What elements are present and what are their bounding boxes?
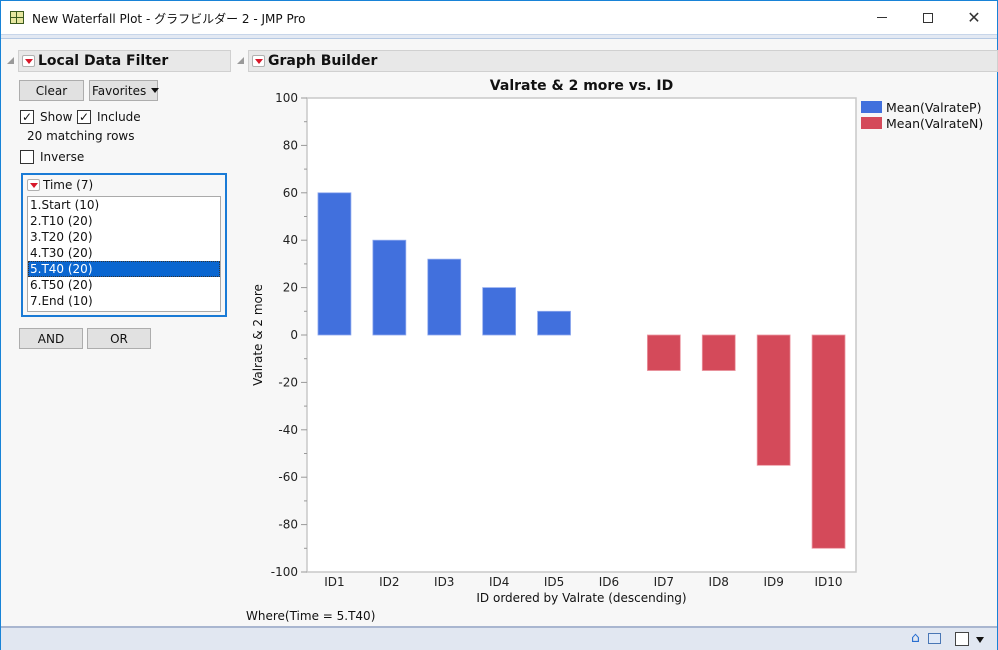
time-filter-header: Time (7) — [27, 178, 93, 192]
jmp-app-icon — [10, 11, 24, 24]
time-red-triangle-menu-icon[interactable] — [27, 179, 40, 191]
x-tick-label: ID1 — [324, 575, 344, 589]
legend-label: Mean(ValrateP) — [886, 99, 982, 115]
x-tick-label: ID10 — [815, 575, 843, 589]
y-tick-label: 0 — [290, 328, 298, 342]
minimize-icon — [877, 17, 887, 18]
local-data-filter-header: Local Data Filter — [18, 50, 231, 72]
x-tick-label: ID3 — [434, 575, 454, 589]
y-tick-label: -60 — [278, 470, 298, 484]
x-tick-label: ID4 — [489, 575, 509, 589]
where-clause: Where(Time = 5.T40) — [246, 609, 376, 623]
favorites-dropdown[interactable]: Favorites — [89, 80, 160, 101]
y-tick-label: -40 — [278, 423, 298, 437]
legend-item[interactable]: Mean(ValrateP) — [861, 99, 983, 115]
or-button[interactable]: OR — [87, 328, 151, 349]
and-button[interactable]: AND — [19, 328, 83, 349]
legend-item[interactable]: Mean(ValrateN) — [861, 115, 983, 131]
y-tick-label: 60 — [283, 186, 298, 200]
x-tick-label: ID8 — [709, 575, 729, 589]
checkbox-icon[interactable] — [955, 632, 969, 646]
x-tick-label: ID7 — [654, 575, 674, 589]
legend-swatch-negative — [861, 117, 882, 129]
filter-panel-title: Local Data Filter — [38, 53, 169, 69]
inverse-label: Inverse — [40, 150, 85, 164]
dropdown-arrow-icon — [151, 88, 160, 93]
graph-builder-title: Graph Builder — [268, 53, 378, 69]
window-title: New Waterfall Plot - グラフビルダー 2 - JMP Pro — [32, 12, 306, 26]
y-tick-label: 40 — [283, 233, 298, 247]
x-tick-label: ID2 — [379, 575, 399, 589]
y-tick-label: -100 — [271, 565, 298, 579]
maximize-icon — [923, 12, 933, 23]
y-tick-label: 100 — [275, 91, 298, 105]
dropdown-arrow-icon[interactable] — [976, 637, 984, 643]
bar-id3[interactable] — [427, 258, 462, 336]
x-tick-label: ID9 — [763, 575, 783, 589]
y-tick-label: -20 — [278, 375, 298, 389]
filter-disclosure-icon[interactable] — [7, 57, 14, 64]
bar-id9[interactable] — [756, 334, 791, 466]
x-axis: ID1 ID2 ID3 ID4 ID5 ID6 ID7 ID8 ID9 ID10 — [324, 575, 842, 589]
x-axis-label: ID ordered by Valrate (descending) — [476, 591, 686, 605]
legend-label: Mean(ValrateN) — [886, 115, 984, 131]
y-axis: 100 80 60 40 20 0 -20 -40 -60 -80 -100 — [271, 91, 307, 579]
list-item-selected[interactable]: 5.T40 (20) — [28, 261, 220, 277]
list-item[interactable]: 7.End (10) — [28, 293, 220, 309]
time-filter-group: Time (7) 1.Start (10) 2.T10 (20) 3.T20 (… — [21, 173, 227, 317]
minimize-button[interactable] — [859, 1, 905, 34]
status-bar: ⌂ — [1, 626, 997, 650]
chart-title: Valrate & 2 more vs. ID — [489, 78, 674, 94]
checkmark-icon: ✓ — [21, 110, 33, 124]
y-axis-label: Valrate & 2 more — [251, 284, 265, 386]
bar-id1[interactable] — [317, 192, 352, 336]
bars — [317, 192, 846, 549]
x-tick-label: ID5 — [544, 575, 564, 589]
time-values-listbox[interactable]: 1.Start (10) 2.T10 (20) 3.T20 (20) 4.T30… — [27, 196, 221, 312]
show-label: Show — [40, 110, 73, 124]
y-tick-label: -80 — [278, 518, 298, 532]
bar-id8[interactable] — [701, 334, 736, 371]
list-item[interactable]: 3.T20 (20) — [28, 229, 220, 245]
maximize-button[interactable] — [905, 1, 951, 34]
graph-red-triangle-menu-icon[interactable] — [252, 55, 265, 67]
close-button[interactable]: ✕ — [951, 1, 997, 34]
filter-red-triangle-menu-icon[interactable] — [22, 55, 35, 67]
graph-builder-header: Graph Builder — [248, 50, 998, 72]
time-filter-title: Time (7) — [43, 178, 94, 192]
app-window: New Waterfall Plot - グラフビルダー 2 - JMP Pro… — [0, 0, 998, 650]
list-item[interactable]: 6.T50 (20) — [28, 277, 220, 293]
bar-id5[interactable] — [537, 310, 571, 336]
y-tick-label: 80 — [283, 138, 298, 152]
graph-disclosure-icon[interactable] — [237, 57, 244, 64]
clear-button[interactable]: Clear — [19, 80, 84, 101]
bar-id7[interactable] — [646, 334, 681, 371]
home-icon[interactable]: ⌂ — [911, 630, 920, 646]
plot-area — [306, 97, 857, 573]
checkmark-icon: ✓ — [78, 110, 90, 124]
toolbar-separator — [1, 34, 997, 39]
x-tick-label: ID6 — [599, 575, 619, 589]
y-tick-label: 20 — [283, 281, 298, 295]
matching-rows-count: 20 matching rows — [27, 129, 135, 143]
list-item[interactable]: 2.T10 (20) — [28, 213, 220, 229]
bar-id4[interactable] — [482, 287, 517, 336]
close-icon: ✕ — [967, 7, 981, 27]
legend-swatch-positive — [861, 101, 882, 113]
favorites-label: Favorites — [92, 83, 147, 98]
show-checkbox[interactable]: ✓ — [20, 110, 34, 124]
inverse-checkbox[interactable] — [20, 150, 34, 164]
data-table-icon[interactable] — [928, 633, 941, 644]
list-item[interactable]: 1.Start (10) — [28, 197, 220, 213]
include-checkbox[interactable]: ✓ — [77, 110, 91, 124]
include-label: Include — [97, 110, 141, 124]
bar-id2[interactable] — [372, 239, 407, 336]
title-bar: New Waterfall Plot - グラフビルダー 2 - JMP Pro… — [1, 1, 997, 34]
chart-legend: Mean(ValrateP) Mean(ValrateN) — [861, 99, 983, 131]
bar-id10[interactable] — [811, 334, 846, 549]
list-item[interactable]: 4.T30 (20) — [28, 245, 220, 261]
